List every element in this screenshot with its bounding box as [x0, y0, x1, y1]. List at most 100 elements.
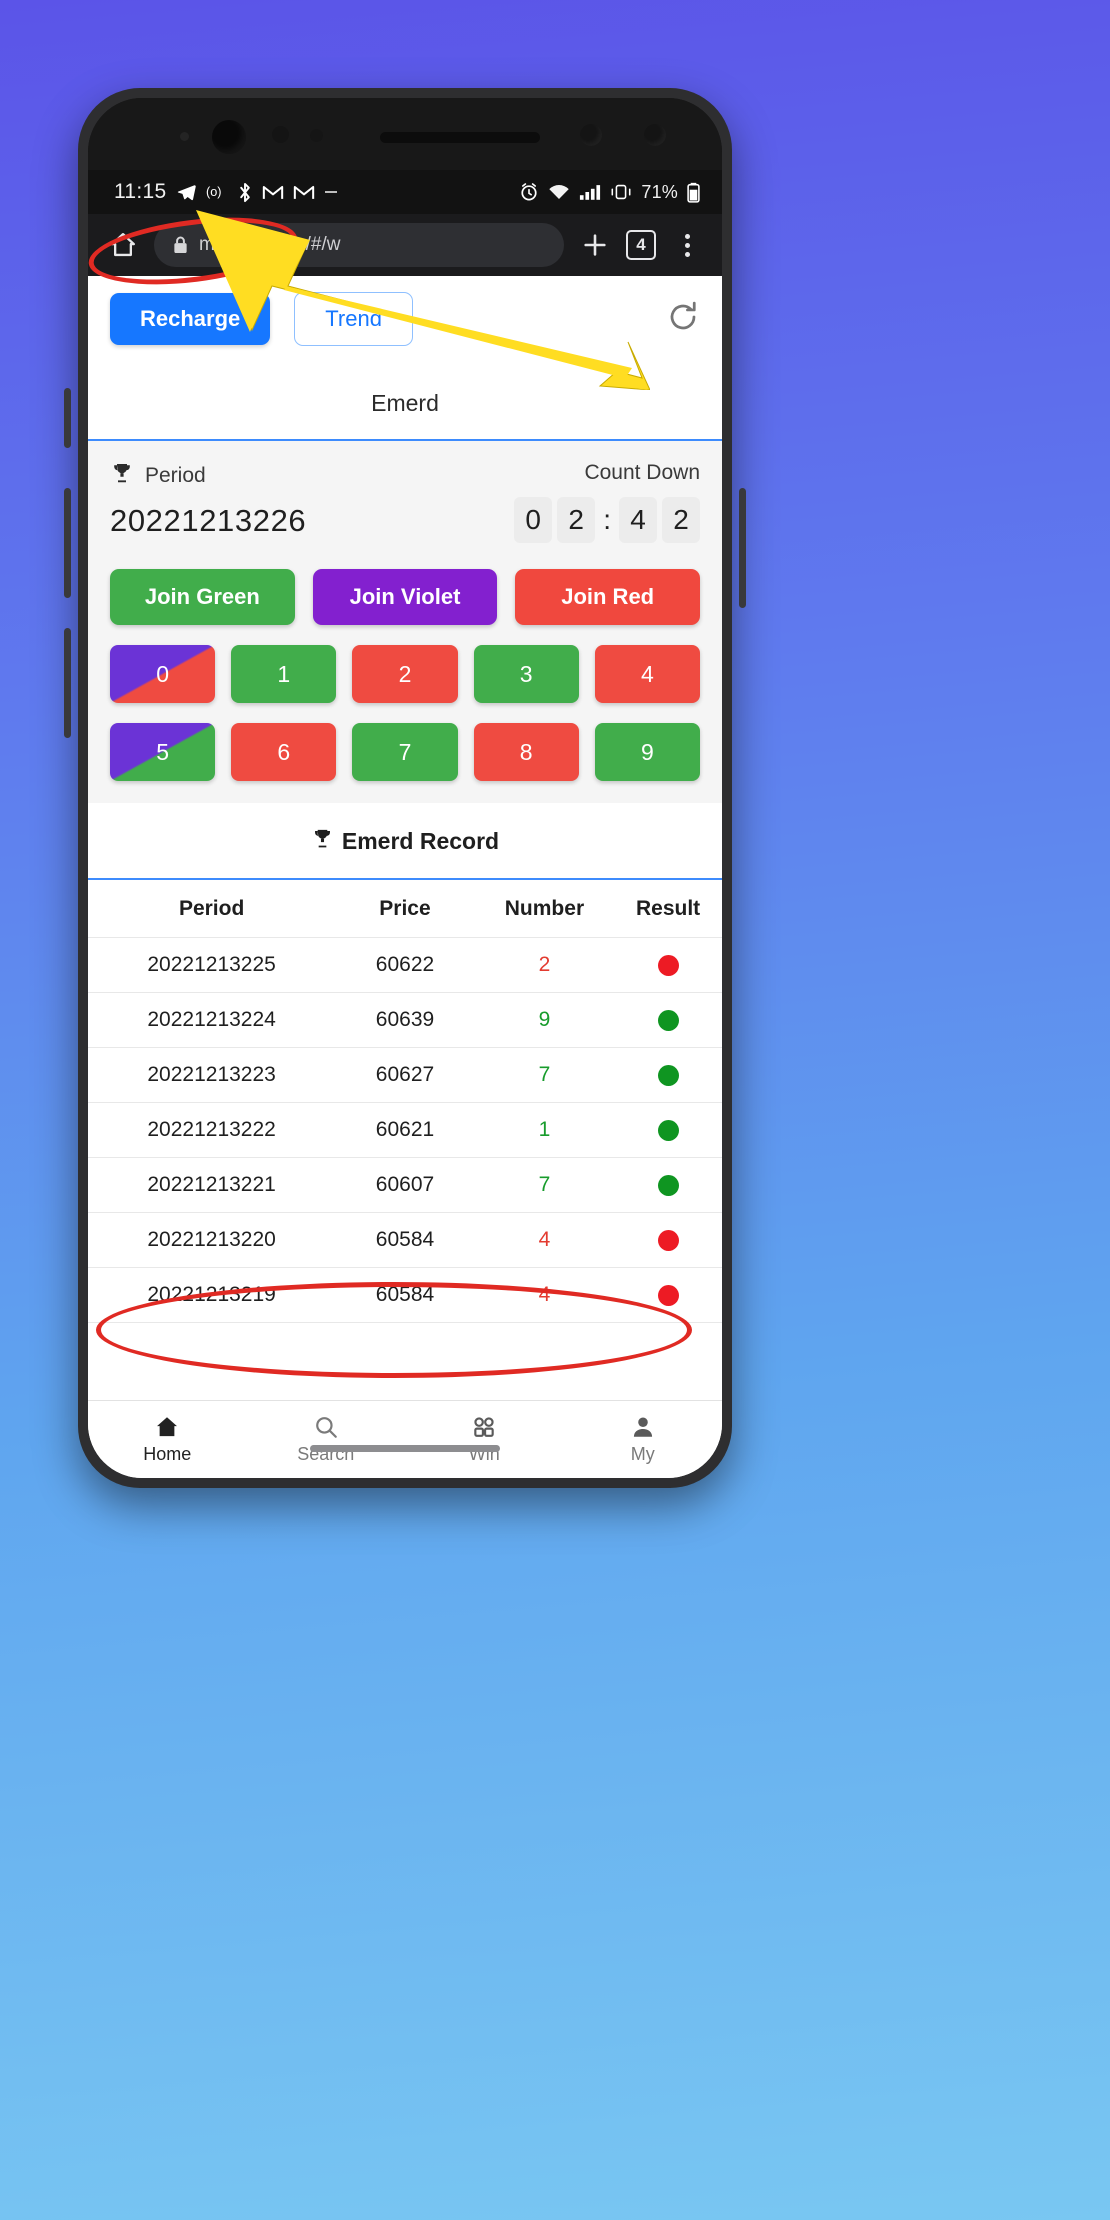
number-grid-row-2: 5 6 7 8 9 [110, 723, 700, 781]
kebab-menu-icon[interactable] [670, 228, 704, 262]
lock-icon [172, 235, 189, 255]
browser-toolbar: money welry/#/w 4 [88, 214, 722, 276]
power-button[interactable] [739, 488, 746, 608]
wifi-icon [548, 183, 570, 201]
countdown-digit: 2 [557, 497, 596, 543]
table-row[interactable]: 20221213222 60621 1 [88, 1103, 722, 1158]
sensor-dot-icon [180, 132, 189, 141]
cell-result [614, 1009, 722, 1031]
result-dot-green-icon [657, 1174, 679, 1196]
cell-number: 9 [538, 1008, 551, 1031]
search-icon [313, 1414, 339, 1440]
countdown-digit: 0 [514, 497, 553, 543]
number-tile-label: 9 [640, 738, 654, 765]
table-row[interactable]: 20221213225 60622 2 [88, 938, 722, 993]
countdown-block: Count Down 0 2 : 4 2 [514, 461, 700, 543]
table-row[interactable]: 20221213223 60627 7 [88, 1048, 722, 1103]
status-bar-right: 71% [519, 182, 700, 203]
table-header-row: Period Price Number Result [88, 880, 722, 938]
number-tile-6[interactable]: 6 [231, 723, 337, 781]
number-tile-9[interactable]: 9 [594, 723, 700, 781]
column-header-period: Period [178, 896, 245, 920]
result-dot-green-icon [657, 1009, 679, 1031]
trophy-icon [311, 827, 334, 856]
table-row[interactable]: 20221213219 60584 4 [88, 1268, 722, 1323]
web-page: Recharge Trend Emerd Period 20221213226 … [88, 276, 722, 1478]
sensor-proximity-icon [272, 126, 289, 143]
countdown-digit: 4 [619, 497, 657, 543]
tab-search[interactable]: Search [247, 1414, 406, 1465]
cell-result [614, 1229, 722, 1251]
number-tile-5[interactable]: 5 [110, 723, 216, 781]
number-tile-label: 0 [156, 660, 169, 687]
cell-result [614, 1064, 722, 1086]
cell-number: 4 [538, 1228, 551, 1251]
column-header-price: Price [379, 896, 431, 920]
number-tile-label: 3 [519, 660, 533, 687]
home-indicator [310, 1445, 500, 1452]
cell-price: 60622 [375, 953, 435, 976]
countdown-digits: 0 2 : 4 2 [514, 497, 700, 543]
cell-period: 20221213220 [147, 1228, 276, 1251]
number-tile-7[interactable]: 7 [352, 723, 458, 781]
number-tile-0[interactable]: 0 [110, 645, 216, 703]
alarm-icon [519, 182, 539, 202]
cell-price: 60584 [375, 1228, 435, 1251]
url-bar[interactable]: money welry/#/w [154, 223, 564, 267]
battery-percent-label: 71% [641, 181, 678, 202]
tab-count-button[interactable]: 4 [626, 230, 656, 260]
page-top-actions: Recharge Trend [88, 276, 722, 364]
earpiece-speaker [380, 132, 540, 143]
result-dot-green-icon [657, 1119, 679, 1141]
cell-period: 20221213225 [147, 953, 276, 976]
gmail-icon [262, 184, 284, 201]
recharge-button[interactable]: Recharge [110, 293, 271, 345]
result-dot-green-icon [657, 1064, 679, 1086]
volume-down-button[interactable] [64, 628, 71, 738]
plus-icon[interactable] [578, 228, 612, 262]
cell-result [614, 1174, 722, 1196]
bottom-tab-bar: Home Search Win My [88, 1400, 722, 1478]
cell-period: 20221213219 [147, 1283, 276, 1306]
status-bar-left: 11:15 (o) [114, 180, 338, 204]
refresh-icon[interactable] [666, 300, 700, 339]
number-tile-1[interactable]: 1 [231, 645, 337, 703]
trend-button[interactable]: Trend [294, 292, 413, 346]
number-tile-label: 4 [640, 660, 654, 687]
sensor-dot-right-1-icon [580, 124, 602, 146]
phone-bezel [88, 98, 722, 170]
cell-period: 20221213223 [147, 1063, 276, 1086]
phone-device: 11:15 (o) 71% money welry/#/w 4 Recharge… [64, 88, 746, 1488]
phone-button-left-1[interactable] [64, 388, 71, 448]
tab-label: My [630, 1444, 655, 1464]
countdown-label: Count Down [584, 461, 700, 484]
record-section-title: Emerd Record [88, 803, 722, 880]
more-notifications-icon [324, 189, 338, 195]
sensor-light-icon [310, 129, 323, 142]
sensor-dot-right-2-icon [644, 124, 666, 146]
cell-price: 60584 [375, 1283, 435, 1306]
home-icon [154, 1414, 180, 1440]
android-status-bar: 11:15 (o) 71% [88, 170, 722, 214]
period-number: 20221213226 [110, 503, 307, 538]
number-tile-3[interactable]: 3 [473, 645, 579, 703]
table-row[interactable]: 20221213224 60639 9 [88, 993, 722, 1048]
tab-my[interactable]: My [564, 1414, 723, 1465]
phone-screen: 11:15 (o) 71% money welry/#/w 4 Recharge… [88, 98, 722, 1478]
cell-price: 60621 [375, 1118, 435, 1141]
number-tile-4[interactable]: 4 [594, 645, 700, 703]
join-violet-button[interactable]: Join Violet [312, 569, 498, 625]
table-row[interactable]: 20221213220 60584 4 [88, 1213, 722, 1268]
number-tile-8[interactable]: 8 [473, 723, 579, 781]
cell-price: 60607 [375, 1173, 435, 1196]
volume-up-button[interactable] [64, 488, 71, 598]
countdown-digit: 2 [662, 497, 700, 543]
join-green-button[interactable]: Join Green [110, 569, 295, 625]
result-dot-red-icon [657, 1229, 679, 1251]
tab-home[interactable]: Home [88, 1414, 247, 1465]
table-row[interactable]: 20221213221 60607 7 [88, 1158, 722, 1213]
join-red-button[interactable]: Join Red [515, 569, 701, 625]
number-tile-2[interactable]: 2 [352, 645, 458, 703]
home-icon[interactable] [106, 228, 140, 262]
tab-win[interactable]: Win [405, 1414, 564, 1465]
